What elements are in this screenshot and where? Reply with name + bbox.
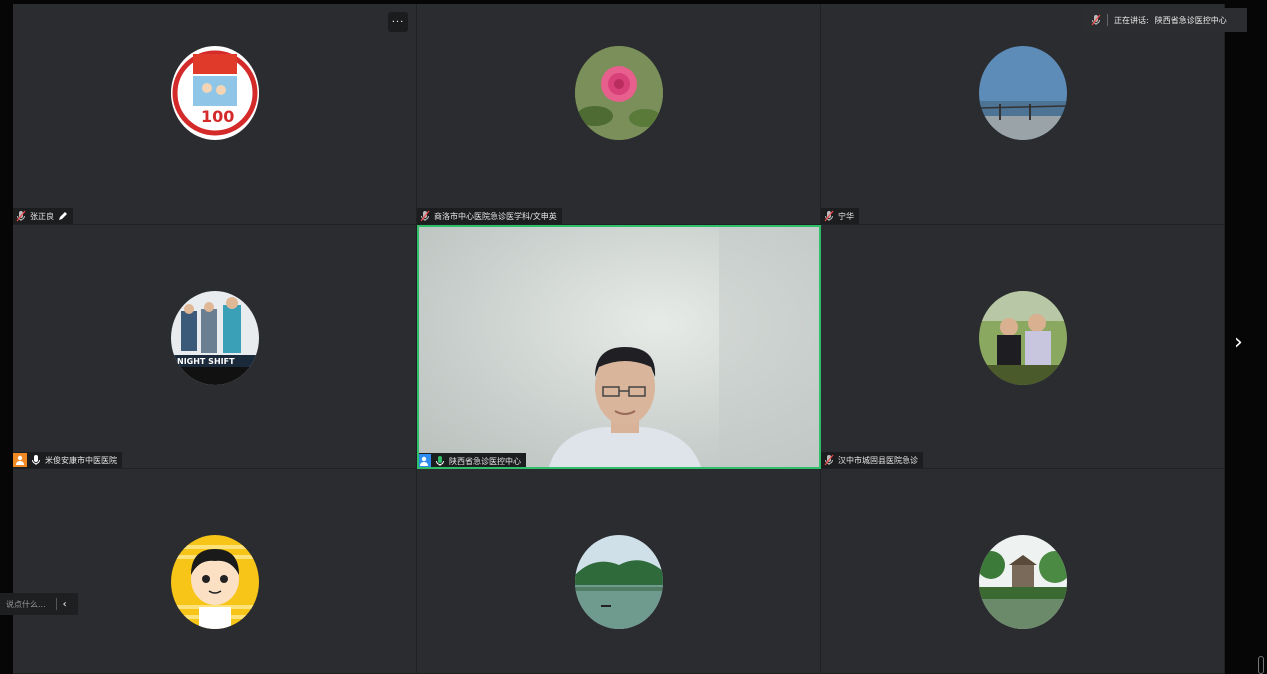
more-options-button[interactable]: ··· [388,12,408,32]
participant-tile[interactable] [13,469,417,674]
video-grid: 100 ··· 张正良 商洛市中心医院急诊医学科/文申英 宁华 NIGHT SH… [13,4,1225,674]
mic-muted-icon [824,454,834,466]
participant-tile[interactable] [821,469,1225,674]
chat-placeholder: 说点什么... [6,599,46,609]
participant-tile[interactable] [417,469,821,674]
participant-name: 张正良 [30,211,54,221]
participant-avatar [574,535,663,629]
name-tag: 宁华 [821,208,859,224]
participant-tile-active[interactable]: 陕西省急诊医控中心 [417,225,821,469]
mic-muted-icon [1091,14,1101,26]
participant-tile[interactable]: 汉中市城固县医院急诊 [821,225,1225,469]
participant-name: 汉中市城固县医院急诊 [838,455,918,465]
participant-name: 宁华 [838,211,854,221]
svg-text:100: 100 [201,107,234,126]
divider [55,598,57,610]
divider [1107,14,1108,26]
participant-name: 陕西省急诊医控中心 [449,456,521,466]
video-feed [419,227,819,467]
pencil-icon [59,212,67,220]
participant-tile[interactable]: 100 ··· 张正良 [13,4,417,225]
participant-avatar: NIGHT SHIFT [170,291,259,385]
participant-name: 米俊安康市中医医院 [45,455,117,465]
name-tag: 商洛市中心医院急诊医学科/文申英 [417,208,562,224]
name-tag: 陕西省急诊医控中心 [419,453,526,467]
svg-text:NIGHT SHIFT: NIGHT SHIFT [177,357,235,366]
mic-muted-icon [16,210,26,222]
participant-tile[interactable]: 商洛市中心医院急诊医学科/文申英 [417,4,821,225]
scrollbar[interactable] [1258,656,1264,674]
name-tag: 米俊安康市中医医院 [13,452,122,468]
participant-tile[interactable]: NIGHT SHIFT 米俊安康市中医医院 [13,225,417,469]
collapse-chat-button[interactable]: ‹ [63,599,67,610]
participant-avatar [978,46,1067,140]
next-page-button[interactable]: › [1234,330,1243,355]
mic-muted-icon [824,210,834,222]
mic-active-icon [436,456,444,466]
participant-avatar [170,535,259,629]
participant-name: 商洛市中心医院急诊医学科/文申英 [434,211,557,221]
participant-avatar [978,291,1067,385]
host-icon [419,454,431,467]
participant-tile[interactable]: 宁华 [821,4,1225,225]
speaking-prefix: 正在讲话: [1114,15,1149,25]
participant-avatar [978,535,1067,629]
speaking-indicator: 正在讲话: 陕西省急诊医控中心 [1083,8,1247,32]
name-tag: 张正良 [13,208,73,224]
mic-icon [32,455,40,465]
mic-muted-icon [420,210,430,222]
name-tag: 汉中市城固县医院急诊 [821,452,923,468]
speaking-name: 陕西省急诊医控中心 [1154,15,1227,25]
host-icon [13,453,27,467]
participant-avatar: 100 [170,46,259,140]
participant-avatar [574,46,663,140]
chat-input[interactable]: 说点什么... ‹ [0,593,78,615]
